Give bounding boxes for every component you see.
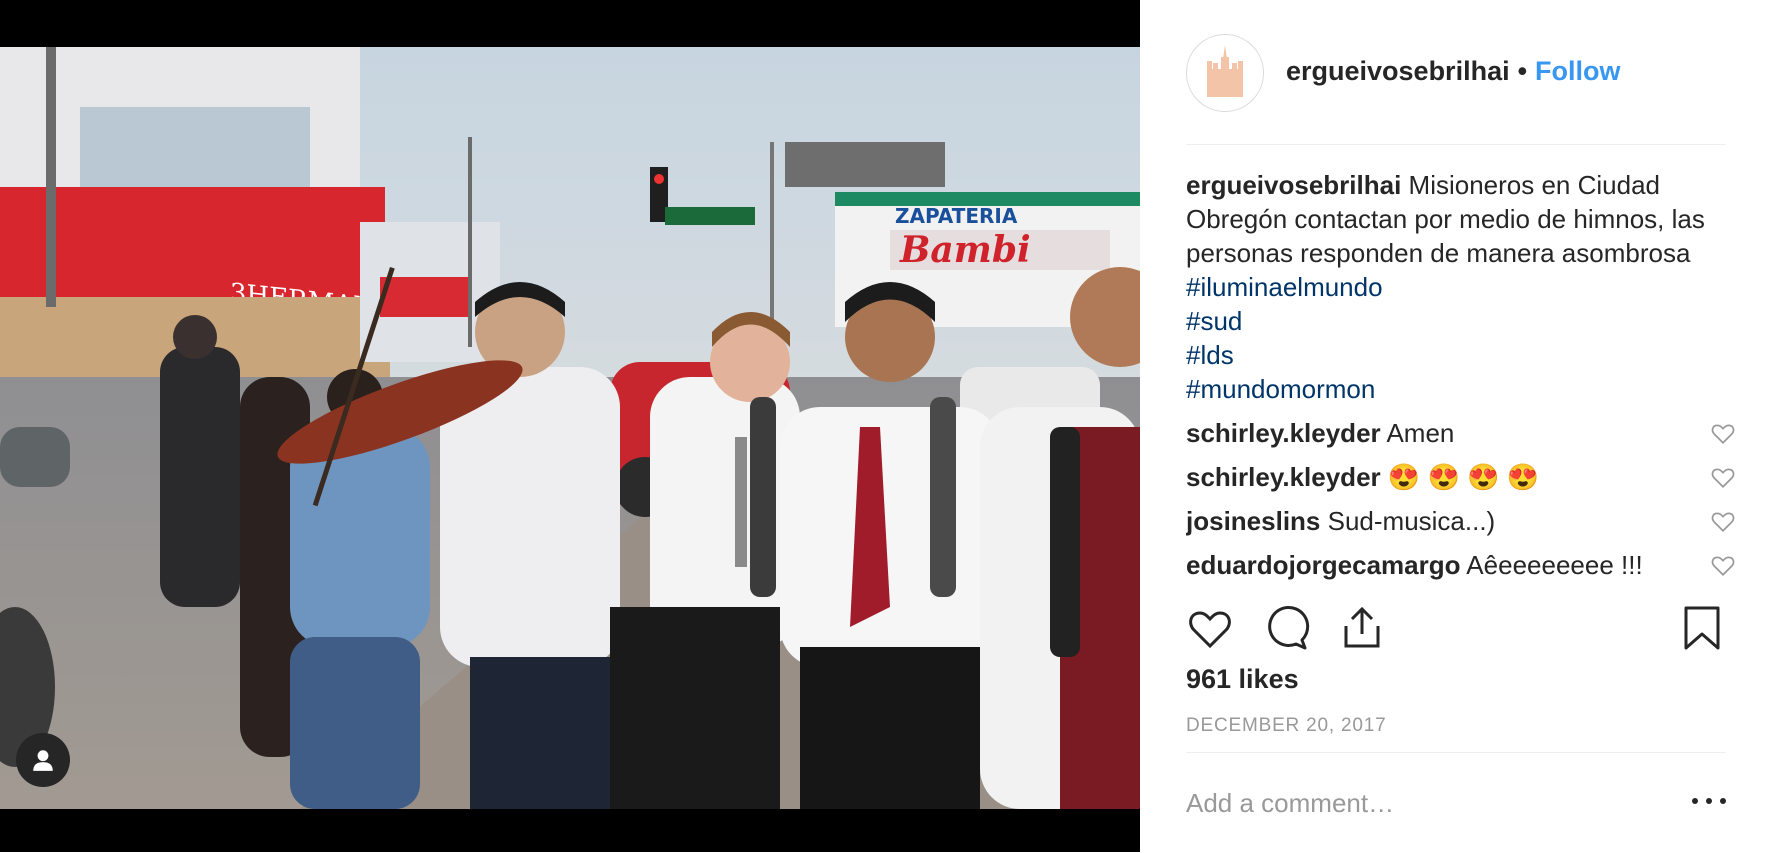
street-photo-illustration: 3HERMANOS ZAPATERIA Bambi: [0, 47, 1140, 809]
comment-item: schirley.kleyder Amen: [1186, 416, 1736, 450]
post-actions: [1186, 600, 1726, 656]
hashtag-link[interactable]: #mundomormon: [1186, 372, 1736, 406]
tag-person-button[interactable]: [16, 733, 70, 787]
heart-icon[interactable]: [1710, 420, 1736, 446]
comment-username[interactable]: eduardojorgecamargo: [1186, 550, 1461, 580]
hashtag-link[interactable]: #iluminaelmundo: [1186, 272, 1383, 302]
comment-text: Amen: [1380, 418, 1455, 448]
caption-username[interactable]: ergueivosebrilhai: [1186, 170, 1401, 200]
separator-dot: •: [1517, 56, 1528, 86]
likes-count[interactable]: 961 likes: [1186, 664, 1299, 695]
avatar[interactable]: [1186, 34, 1264, 112]
comment-username[interactable]: josineslins: [1186, 506, 1320, 536]
heart-icon[interactable]: [1710, 552, 1736, 578]
heart-icon[interactable]: [1186, 604, 1234, 652]
post-date: DECEMBER 20, 2017: [1186, 715, 1387, 736]
post-photo[interactable]: 3HERMANOS ZAPATERIA Bambi: [0, 47, 1140, 809]
follow-button[interactable]: Follow: [1535, 56, 1620, 87]
comment-item: schirley.kleyder 😍 😍 😍 😍: [1186, 460, 1736, 494]
store-sign-zapateria: ZAPATERIA: [895, 204, 1018, 228]
comment-username[interactable]: schirley.kleyder: [1186, 462, 1381, 492]
comment-username[interactable]: schirley.kleyder: [1186, 418, 1381, 448]
comment-text: Sud-musica...): [1320, 506, 1496, 536]
post-username[interactable]: ergueivosebrilhai: [1286, 56, 1510, 87]
store-sign-bambi: Bambi: [899, 229, 1031, 271]
more-icon[interactable]: [1692, 798, 1726, 808]
comments-list[interactable]: ergueivosebrilhai Misioneros en Ciudad O…: [1186, 168, 1736, 584]
add-comment-input[interactable]: Add a comment…: [1186, 788, 1692, 819]
hashtag-link[interactable]: #lds: [1186, 338, 1736, 372]
share-icon[interactable]: [1338, 604, 1386, 652]
post-media: 3HERMANOS ZAPATERIA Bambi: [0, 0, 1140, 852]
comment-icon[interactable]: [1262, 604, 1310, 652]
bookmark-icon[interactable]: [1678, 604, 1726, 652]
comment-text: 😍 😍 😍 😍: [1380, 462, 1540, 492]
heart-icon[interactable]: [1710, 508, 1736, 534]
header-text: ergueivosebrilhai • Follow: [1286, 56, 1621, 87]
comment-item: josineslins Sud-musica...): [1186, 504, 1736, 538]
post-caption: ergueivosebrilhai Misioneros en Ciudad O…: [1186, 168, 1736, 406]
comment-text: Aêeeeeeeee !!!: [1460, 550, 1643, 580]
hashtag-link[interactable]: #sud: [1186, 304, 1736, 338]
heart-icon[interactable]: [1710, 464, 1736, 490]
post-sidebar: ergueivosebrilhai • Follow ergueivosebri…: [1140, 0, 1772, 852]
temple-logo-icon: [1207, 45, 1243, 97]
post-header: ergueivosebrilhai • Follow: [1186, 34, 1726, 145]
add-comment-bar: Add a comment…: [1186, 752, 1726, 853]
person-icon: [33, 750, 53, 771]
comment-item: eduardojorgecamargo Aêeeeeeeee !!!: [1186, 548, 1736, 582]
